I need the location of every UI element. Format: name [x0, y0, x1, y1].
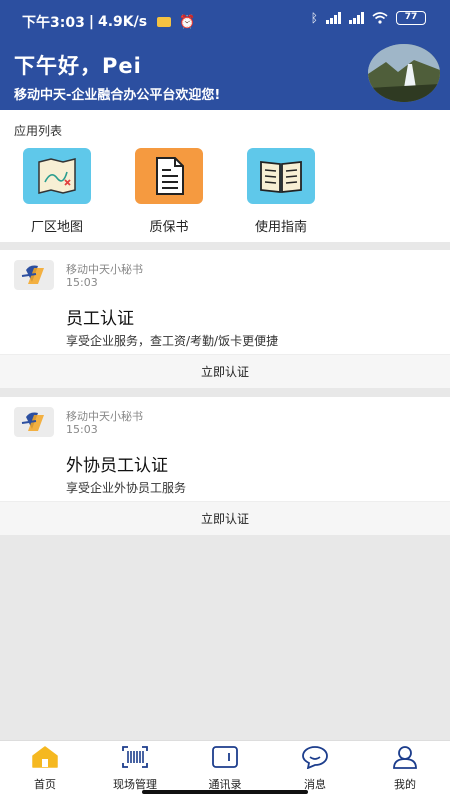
status-bar: 下午3:03 | 4.9K/s ⏰ ᛒ 77: [0, 0, 450, 40]
greeting-text: 下午好，Pei: [14, 54, 142, 78]
card-title: 外协员工认证: [66, 456, 168, 476]
bluetooth-icon: ᛒ: [310, 11, 318, 25]
employee-cert-card: 移动中天小秘书 15:03 员工认证 享受企业服务，查工资/考勤/饭卡更便捷 立…: [0, 250, 450, 388]
status-right: ᛒ 77: [311, 11, 426, 25]
card-description: 享受企业外协员工服务: [66, 481, 187, 495]
user-icon: [393, 746, 417, 769]
card-description: 享受企业服务，查工资/考勤/饭卡更便捷: [66, 334, 279, 348]
alarm-icon: ⏰: [179, 14, 196, 30]
network-speed: 4.9K/s: [97, 14, 148, 30]
wifi-icon: [372, 12, 388, 24]
company-logo-icon: [14, 407, 54, 437]
app-label: 厂区地图: [30, 220, 83, 235]
tab-mine[interactable]: 我的: [360, 745, 450, 792]
status-separator: |: [88, 14, 94, 30]
card-time: 15:03: [66, 276, 98, 289]
app-list-section: 应用列表 厂区地图 质保书 使用指南: [0, 110, 450, 242]
status-time: 下午3:03: [22, 15, 85, 31]
notification-badge-icon: [157, 17, 172, 27]
home-icon: [32, 746, 58, 768]
tab-messages[interactable]: 消息: [270, 745, 360, 792]
company-logo-icon: [14, 260, 54, 290]
verify-now-button[interactable]: 立即认证: [0, 354, 450, 388]
signal-icon-2: [349, 12, 364, 24]
tab-site-management[interactable]: 现场管理: [90, 745, 180, 792]
contractor-cert-card: 移动中天小秘书 15:03 外协员工认证 享受企业外协员工服务 立即认证: [0, 397, 450, 535]
app-label: 质保书: [149, 220, 189, 235]
tab-label: 我的: [394, 778, 416, 791]
card-sender: 移动中天小秘书: [66, 263, 143, 276]
map-icon: [23, 148, 91, 204]
verify-now-button[interactable]: 立即认证: [0, 501, 450, 535]
status-left: 下午3:03 | 4.9K/s ⏰: [22, 12, 195, 32]
barcode-icon: [122, 746, 148, 768]
signal-icon: [326, 12, 341, 24]
home-indicator[interactable]: [142, 790, 308, 794]
document-icon: [135, 148, 203, 204]
book-icon: [247, 148, 315, 204]
tab-label: 首页: [34, 778, 56, 791]
tab-contacts[interactable]: 通讯录: [180, 745, 270, 792]
welcome-subtitle: 移动中天-企业融合办公平台欢迎您!: [14, 88, 221, 103]
card-sender: 移动中天小秘书: [66, 410, 143, 423]
chat-icon: [302, 746, 328, 770]
avatar[interactable]: [368, 44, 440, 102]
avatar-landscape-image: [368, 44, 440, 102]
card-time: 15:03: [66, 423, 98, 436]
card-title: 员工认证: [66, 309, 134, 329]
battery-icon: 77: [396, 11, 426, 25]
wallet-icon: [212, 746, 238, 768]
app-list-title: 应用列表: [14, 124, 63, 138]
app-warranty[interactable]: 质保书: [124, 148, 214, 235]
app-factory-map[interactable]: 厂区地图: [12, 148, 102, 235]
app-user-guide[interactable]: 使用指南: [236, 148, 326, 235]
header: 下午3:03 | 4.9K/s ⏰ ᛒ 77 下午好，Pei 移动中天-企业融合…: [0, 0, 450, 110]
tab-home[interactable]: 首页: [0, 745, 90, 792]
app-label: 使用指南: [254, 220, 307, 235]
